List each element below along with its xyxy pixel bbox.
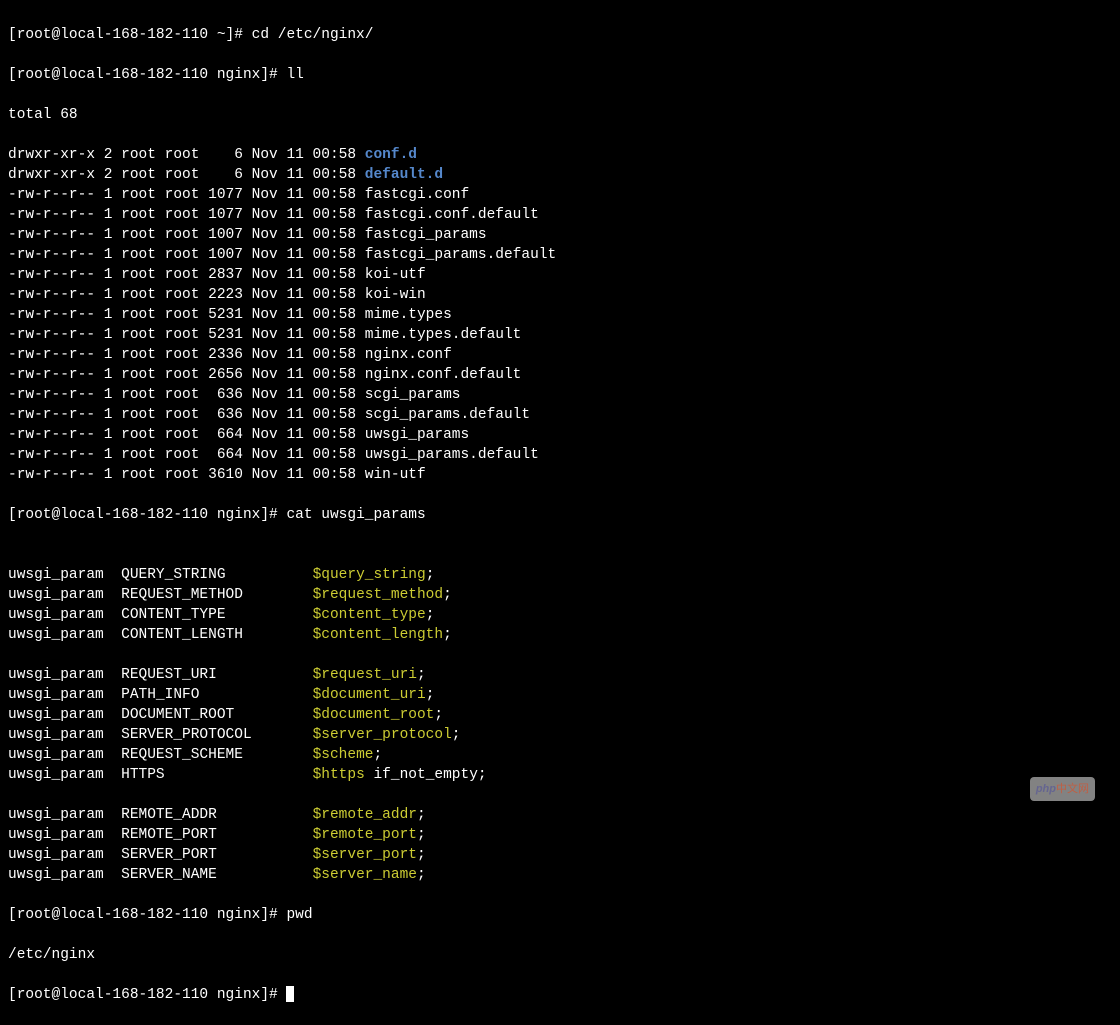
nginx-variable: $scheme [313, 747, 374, 763]
nginx-variable: $query_string [313, 567, 426, 583]
command-text: pwd [286, 907, 312, 923]
nginx-variable: $remote_addr [313, 807, 417, 823]
nginx-variable: $server_name [313, 867, 417, 883]
nginx-variable: $server_protocol [313, 727, 452, 743]
prompt-host: [root@local-168-182-110 nginx]# [8, 507, 286, 523]
prompt-host: [root@local-168-182-110 nginx]# [8, 987, 286, 1003]
file-listing-row: -rw-r--r-- 1 root root 1077 Nov 11 00:58… [8, 185, 1112, 205]
terminal-output[interactable]: [root@local-168-182-110 ~]# cd /etc/ngin… [8, 5, 1112, 1025]
nginx-variable: $server_port [313, 847, 417, 863]
uwsgi-param-line: uwsgi_param REMOTE_PORT $remote_port; [8, 825, 1112, 845]
ll-total: total 68 [8, 105, 1112, 125]
uwsgi-param-line: uwsgi_param REQUEST_URI $request_uri; [8, 665, 1112, 685]
file-listing-row: -rw-r--r-- 1 root root 2656 Nov 11 00:58… [8, 365, 1112, 385]
blank-line [8, 645, 1112, 665]
file-listing-row: drwxr-xr-x 2 root root 6 Nov 11 00:58 de… [8, 165, 1112, 185]
directory-name: conf.d [365, 147, 417, 163]
file-listing-row: -rw-r--r-- 1 root root 1007 Nov 11 00:58… [8, 245, 1112, 265]
file-listing-row: -rw-r--r-- 1 root root 636 Nov 11 00:58 … [8, 405, 1112, 425]
file-listing-row: -rw-r--r-- 1 root root 1007 Nov 11 00:58… [8, 225, 1112, 245]
nginx-variable: $request_uri [313, 667, 417, 683]
prompt-host: [root@local-168-182-110 nginx]# [8, 67, 286, 83]
cursor [286, 986, 294, 1002]
uwsgi-param-line: uwsgi_param HTTPS $https if_not_empty; [8, 765, 1112, 785]
pwd-output: /etc/nginx [8, 945, 1112, 965]
file-listing-row: drwxr-xr-x 2 root root 6 Nov 11 00:58 co… [8, 145, 1112, 165]
file-listing-row: -rw-r--r-- 1 root root 5231 Nov 11 00:58… [8, 325, 1112, 345]
prompt-line: [root@local-168-182-110 nginx]# cat uwsg… [8, 505, 1112, 525]
file-listing-row: -rw-r--r-- 1 root root 5231 Nov 11 00:58… [8, 305, 1112, 325]
file-listing-row: -rw-r--r-- 1 root root 2223 Nov 11 00:58… [8, 285, 1112, 305]
nginx-variable: $document_uri [313, 687, 426, 703]
watermark-php: php [1036, 783, 1056, 795]
watermark-cn: 中文网 [1056, 783, 1089, 795]
uwsgi-param-line: uwsgi_param SERVER_NAME $server_name; [8, 865, 1112, 885]
nginx-variable: $content_type [313, 607, 426, 623]
command-text: cd /etc/nginx/ [252, 27, 374, 43]
nginx-variable: $https [313, 767, 365, 783]
nginx-variable: $remote_port [313, 827, 417, 843]
prompt-line: [root@local-168-182-110 nginx]# [8, 985, 1112, 1005]
file-listing-row: -rw-r--r-- 1 root root 2837 Nov 11 00:58… [8, 265, 1112, 285]
uwsgi-param-line: uwsgi_param SERVER_PORT $server_port; [8, 845, 1112, 865]
blank-line [8, 545, 1112, 565]
nginx-variable: $request_method [313, 587, 444, 603]
watermark-logo: php中文网 [1030, 777, 1095, 801]
prompt-host: [root@local-168-182-110 ~]# [8, 27, 252, 43]
file-listing-row: -rw-r--r-- 1 root root 664 Nov 11 00:58 … [8, 425, 1112, 445]
file-listing-row: -rw-r--r-- 1 root root 1077 Nov 11 00:58… [8, 205, 1112, 225]
nginx-variable: $document_root [313, 707, 435, 723]
prompt-line: [root@local-168-182-110 ~]# cd /etc/ngin… [8, 25, 1112, 45]
uwsgi-param-line: uwsgi_param SERVER_PROTOCOL $server_prot… [8, 725, 1112, 745]
file-listing-row: -rw-r--r-- 1 root root 636 Nov 11 00:58 … [8, 385, 1112, 405]
file-listing-row: -rw-r--r-- 1 root root 2336 Nov 11 00:58… [8, 345, 1112, 365]
command-text: cat uwsgi_params [286, 507, 425, 523]
prompt-line: [root@local-168-182-110 nginx]# ll [8, 65, 1112, 85]
directory-name: default.d [365, 167, 443, 183]
uwsgi-param-line: uwsgi_param PATH_INFO $document_uri; [8, 685, 1112, 705]
uwsgi-param-line: uwsgi_param DOCUMENT_ROOT $document_root… [8, 705, 1112, 725]
nginx-variable: $content_length [313, 627, 444, 643]
file-listing-row: -rw-r--r-- 1 root root 664 Nov 11 00:58 … [8, 445, 1112, 465]
uwsgi-param-line: uwsgi_param CONTENT_TYPE $content_type; [8, 605, 1112, 625]
uwsgi-param-line: uwsgi_param REQUEST_SCHEME $scheme; [8, 745, 1112, 765]
blank-line [8, 785, 1112, 805]
uwsgi-param-line: uwsgi_param REMOTE_ADDR $remote_addr; [8, 805, 1112, 825]
prompt-line: [root@local-168-182-110 nginx]# pwd [8, 905, 1112, 925]
uwsgi-param-line: uwsgi_param CONTENT_LENGTH $content_leng… [8, 625, 1112, 645]
uwsgi-param-line: uwsgi_param REQUEST_METHOD $request_meth… [8, 585, 1112, 605]
command-text: ll [286, 67, 303, 83]
file-listing-row: -rw-r--r-- 1 root root 3610 Nov 11 00:58… [8, 465, 1112, 485]
prompt-host: [root@local-168-182-110 nginx]# [8, 907, 286, 923]
uwsgi-param-line: uwsgi_param QUERY_STRING $query_string; [8, 565, 1112, 585]
